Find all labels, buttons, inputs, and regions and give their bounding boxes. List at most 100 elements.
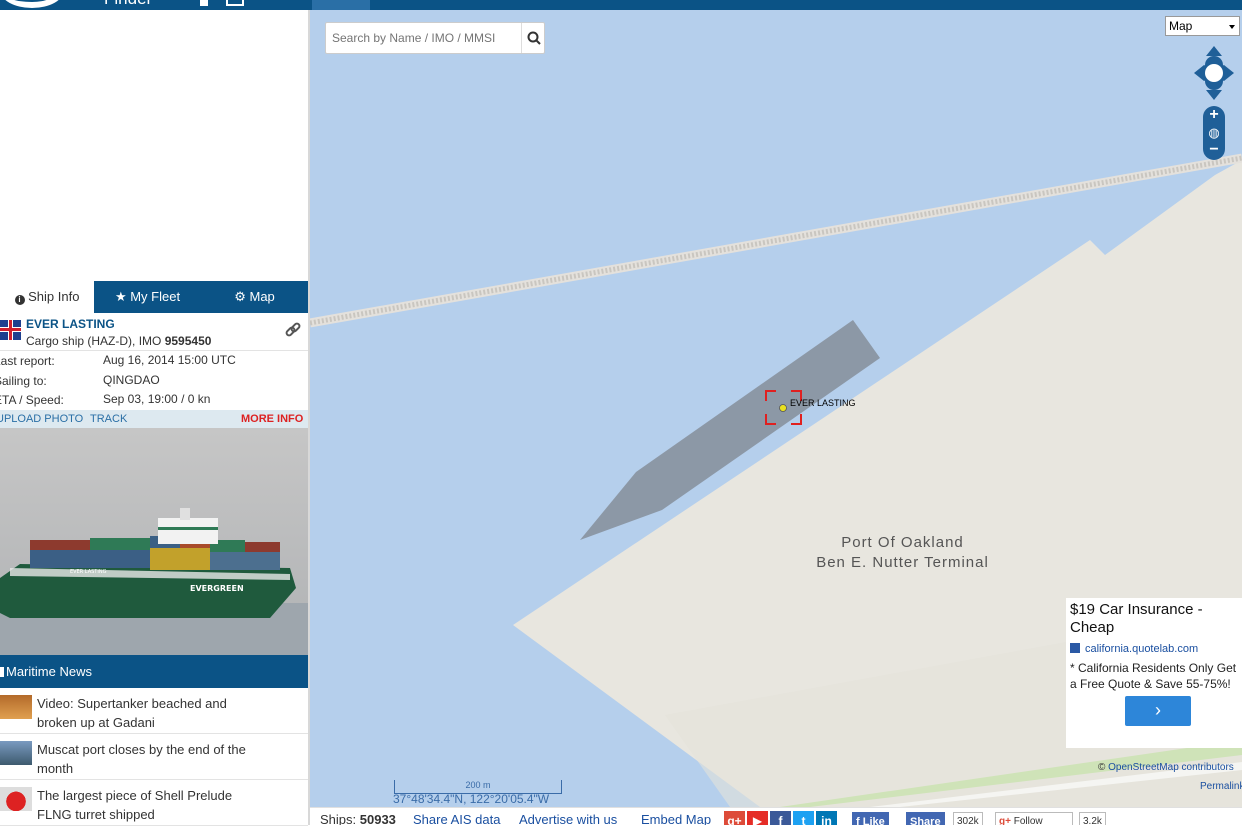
map-attribution: © OpenStreetMap contributors [1098,762,1234,773]
port-label-line: Port Of Oakland [841,534,964,551]
gear-icon: ⚙ [234,289,246,304]
like-label: Like [862,816,885,825]
ship-map-label: EVER LASTING [790,398,856,408]
news-item[interactable]: Video: Supertanker beached and broken up… [0,688,308,734]
tab-my-fleet[interactable]: ★ My Fleet [94,281,201,313]
tab-map[interactable]: ⚙ Map [201,281,308,313]
news-header: Maritime News [0,655,308,688]
news-item-title[interactable]: Muscat port closes by the end of the mon… [37,740,267,778]
tab-label: Ship Info [28,289,80,304]
map-layer-select[interactable]: Map [1165,16,1240,36]
detail-value: QINGDAO [103,373,160,387]
map-canvas[interactable]: Map + ◍ − EVER LASTING Port Of Oakland B… [310,10,1242,807]
zoom-out-icon[interactable]: − [1203,141,1225,159]
facebook-like-button[interactable]: f Like [852,812,889,825]
ships-count-value: 50933 [359,812,396,825]
zoom-in-icon[interactable]: + [1203,106,1225,124]
star-icon: ★ [114,289,127,304]
search-input[interactable] [326,23,521,53]
news-title: Maritime News [6,664,92,679]
ad-favicon-icon [1070,643,1080,653]
ship-photo[interactable]: EVERGREEN EVER LASTING [0,428,308,655]
facebook-icon[interactable]: f [770,811,791,825]
ad-arrow-button[interactable]: › [1125,696,1191,726]
ship-type: Cargo ship (HAZ-D), IMO 9595450 [26,334,211,348]
zoom-control: + ◍ − [1203,106,1225,160]
port-label: Port Of Oakland Ben E. Nutter Terminal [780,533,1025,573]
globe-icon[interactable]: ◍ [1203,124,1225,142]
twitter-icon[interactable]: t [793,811,814,825]
embed-map-link[interactable]: Embed Map [641,812,711,825]
youtube-icon[interactable]: ▶ [747,811,768,825]
sidebar-tabs: i Ship Info ★ My Fleet ⚙ Map [0,281,308,313]
news-item-title[interactable]: Video: Supertanker beached and broken up… [37,694,267,732]
pan-up-arrow-icon [1206,46,1222,56]
like-count: 302k [953,812,983,825]
pan-control[interactable] [1194,46,1234,100]
ship-header: EVER LASTING Cargo ship (HAZ-D), IMO 959… [0,313,308,351]
ships-label: Ships: [320,812,357,825]
facebook-icon: f [856,816,860,825]
brand-title: Finder [104,0,152,8]
news-thumbnail [0,741,32,765]
bow-lettering: EVER LASTING [70,569,107,575]
detail-key: Sailing to: [0,374,47,388]
ad-description: * California Residents Only Get a Free Q… [1070,661,1237,691]
ships-count: Ships: 50933 [320,812,396,825]
search-icon [527,31,541,45]
news-item[interactable]: Muscat port closes by the end of the mon… [0,734,308,780]
news-item[interactable]: The largest piece of Shell Prelude FLNG … [0,780,308,826]
coordinates-readout: 37°48'34.4"N, 122°20'05.4"W [393,792,550,806]
detail-row-eta-speed: ETA / Speed: Sep 03, 19:00 / 0 kn [0,391,308,410]
ship-type-text: Cargo ship (HAZ-D), IMO [26,334,162,348]
map-layer-value: Map [1169,19,1193,33]
google-follow-button[interactable]: g+ Follow [995,812,1073,825]
ship-actions: UPLOAD PHOTO TRACK MORE INFO [0,410,308,428]
top-header-bar: Finder [0,0,1242,10]
osm-attribution-link[interactable]: OpenStreetMap contributors [1108,762,1234,773]
pan-down-arrow-icon [1206,90,1222,100]
google-plus-icon[interactable]: g+ [724,811,745,825]
ad-url[interactable]: california.quotelab.com [1085,643,1198,655]
follow-label: Follow [1013,816,1043,825]
header-active-tab[interactable] [312,0,370,10]
upload-photo-link[interactable]: UPLOAD PHOTO [0,413,83,425]
link-icon[interactable] [284,321,302,339]
logo[interactable] [0,0,64,8]
ship-search [325,22,545,54]
header-icon[interactable] [200,0,208,6]
more-info-link[interactable]: MORE INFO [241,413,303,425]
tab-label: Map [249,289,275,304]
ship-position-marker[interactable] [779,404,787,412]
follow-count: 3.2k [1079,812,1106,825]
facebook-share-button[interactable]: Share [906,812,945,825]
share-ais-link[interactable]: Share AIS data [413,812,500,825]
track-link[interactable]: TRACK [90,413,127,425]
footer-bar: Ships: 50933 Share AIS data Advertise wi… [310,807,1242,825]
info-icon: i [14,295,25,305]
ship-imo: 9595450 [164,334,212,348]
scale-label: 200 m [465,780,491,790]
detail-value: Sep 03, 19:00 / 0 kn [103,392,211,406]
ad-title[interactable]: $19 Car Insurance - Cheap [1070,601,1240,637]
chevron-down-icon [1229,25,1235,29]
search-button[interactable] [521,23,545,53]
news-icon [0,667,4,677]
news-thumbnail [0,695,32,719]
hull-lettering: EVERGREEN [190,584,244,593]
news-item-title[interactable]: The largest piece of Shell Prelude FLNG … [37,786,267,824]
detail-key: ETA / Speed: [0,393,64,407]
copyright-symbol: © [1098,762,1106,773]
google-plus-icon: g+ [999,816,1011,825]
tab-ship-info[interactable]: i Ship Info [0,281,94,313]
detail-key: Last report: [0,354,55,368]
united-kingdom-flag-icon [0,320,21,340]
advertise-link[interactable]: Advertise with us [519,812,617,825]
linkedin-icon[interactable]: in [816,811,837,825]
permalink[interactable]: Permalink [1200,781,1242,792]
ad-box[interactable]: $19 Car Insurance - Cheap california.quo… [1066,598,1242,748]
ship-name-link[interactable]: EVER LASTING [26,317,115,331]
sidebar: i Ship Info ★ My Fleet ⚙ Map EVER LASTIN… [0,10,308,826]
header-icon[interactable] [226,0,244,6]
sidebar-ad-space [0,10,308,281]
